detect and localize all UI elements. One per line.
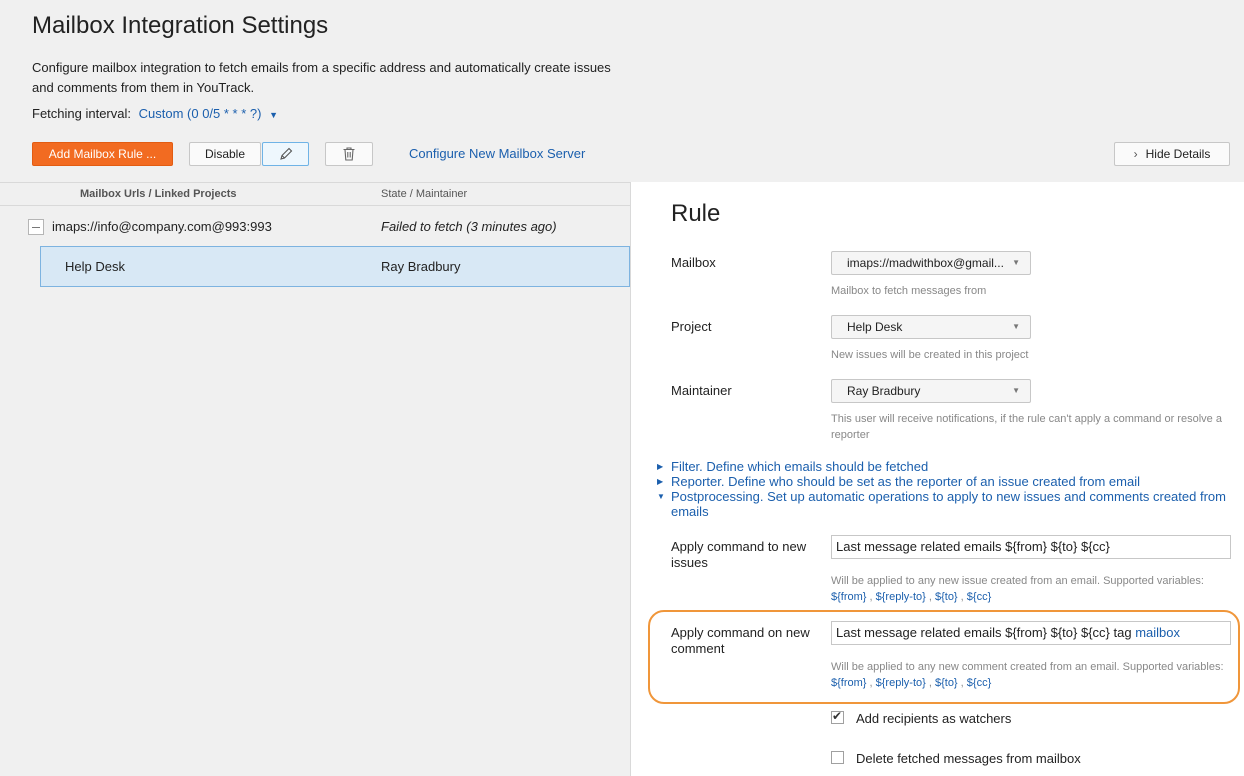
fetch-interval-dropdown[interactable]: Custom (0 0/5 * * * ?) xyxy=(139,106,262,121)
fetch-interval-label: Fetching interval: xyxy=(32,106,131,121)
var-to[interactable]: ${to} xyxy=(935,591,958,603)
chevron-down-icon: ▼ xyxy=(1012,386,1020,395)
mailbox-select[interactable]: imaps://madwithbox@gmail... ▼ xyxy=(831,251,1031,275)
mailbox-label: Mailbox xyxy=(671,255,716,270)
project-label: Project xyxy=(671,319,712,334)
collapse-icon[interactable] xyxy=(28,219,44,235)
triangle-right-icon: ▶ xyxy=(657,462,664,471)
project-select[interactable]: Help Desk ▼ xyxy=(831,315,1031,339)
table-row[interactable]: Help Desk Ray Bradbury xyxy=(40,246,630,287)
add-mailbox-rule-button[interactable]: Add Mailbox Rule ... xyxy=(32,142,173,166)
delete-messages-label[interactable]: Delete fetched messages from mailbox xyxy=(856,751,1081,766)
var-cc[interactable]: ${cc} xyxy=(967,591,991,603)
edit-button[interactable] xyxy=(262,142,309,166)
filter-section-toggle[interactable]: ▶ Filter. Define which emails should be f… xyxy=(657,459,1237,474)
table-header: Mailbox Urls / Linked Projects State / M… xyxy=(0,182,630,206)
delete-messages-checkbox[interactable] xyxy=(831,751,844,764)
configure-mailbox-server-link[interactable]: Configure New Mailbox Server xyxy=(409,146,585,161)
chevron-down-icon: ▼ xyxy=(1012,258,1020,267)
cmd-comment-hint: Will be applied to any new comment creat… xyxy=(831,661,1224,689)
trash-icon xyxy=(343,147,355,161)
delete-button[interactable] xyxy=(325,142,373,166)
var-from[interactable]: ${from} xyxy=(831,591,866,603)
project-select-value: Help Desk xyxy=(847,320,903,334)
var-cc[interactable]: ${cc} xyxy=(967,677,991,689)
hide-details-button[interactable]: › Hide Details xyxy=(1114,142,1230,166)
row-maintainer: Ray Bradbury xyxy=(381,259,461,274)
column-mailbox: Mailbox Urls / Linked Projects xyxy=(80,188,237,200)
triangle-down-icon: ▼ xyxy=(657,492,665,501)
rule-title: Rule xyxy=(671,200,721,227)
maintainer-select-value: Ray Bradbury xyxy=(847,384,921,398)
cmd-comment-label: Apply command on new comment xyxy=(671,625,810,656)
cmd-comment-input[interactable]: Last message related emails ${from} ${to… xyxy=(831,621,1231,645)
mailbox-select-value: imaps://madwithbox@gmail... xyxy=(847,256,1004,270)
reporter-section-toggle[interactable]: ▶ Reporter. Define who should be set as t… xyxy=(657,474,1237,489)
maintainer-hint: This user will receive notifications, if… xyxy=(831,413,1222,441)
disable-button[interactable]: Disable xyxy=(189,142,261,166)
chevron-right-icon: › xyxy=(1133,147,1138,161)
mailbox-url: imaps://info@company.com@993:993 xyxy=(52,219,272,234)
table-row[interactable]: imaps://info@company.com@993:993 Failed … xyxy=(0,207,630,246)
watchers-checkbox[interactable] xyxy=(831,709,844,724)
column-state: State / Maintainer xyxy=(381,188,468,200)
postprocessing-section-toggle[interactable]: ▼ Postprocessing. Set up automatic operat… xyxy=(657,489,1237,519)
var-from[interactable]: ${from} xyxy=(831,677,866,689)
cmd-issues-label: Apply command to new issues xyxy=(671,539,807,570)
mailbox-hint: Mailbox to fetch messages from xyxy=(831,285,987,297)
triangle-right-icon: ▶ xyxy=(657,477,664,486)
fetch-interval: Fetching interval: Custom (0 0/5 * * * ?… xyxy=(32,106,278,121)
hide-details-label: Hide Details xyxy=(1145,147,1211,161)
caret-down-icon[interactable]: ▼ xyxy=(269,110,278,120)
mailbox-state: Failed to fetch (3 minutes ago) xyxy=(381,219,557,234)
maintainer-label: Maintainer xyxy=(671,383,732,398)
page-description: Configure mailbox integration to fetch e… xyxy=(32,60,611,95)
cmd-issues-hint: Will be applied to any new issue created… xyxy=(831,575,1204,603)
var-to[interactable]: ${to} xyxy=(935,677,958,689)
maintainer-select[interactable]: Ray Bradbury ▼ xyxy=(831,379,1031,403)
tag-mailbox: mailbox xyxy=(1135,625,1180,640)
project-hint: New issues will be created in this proje… xyxy=(831,349,1029,361)
pencil-icon xyxy=(279,147,292,160)
var-reply-to[interactable]: ${reply-to} xyxy=(876,591,926,603)
watchers-label[interactable]: Add recipients as watchers xyxy=(856,711,1011,726)
page-title: Mailbox Integration Settings xyxy=(32,12,329,39)
chevron-down-icon: ▼ xyxy=(1012,322,1020,331)
var-reply-to[interactable]: ${reply-to} xyxy=(876,677,926,689)
cmd-issues-input[interactable]: Last message related emails ${from} ${to… xyxy=(831,535,1231,559)
linked-project: Help Desk xyxy=(65,259,125,274)
